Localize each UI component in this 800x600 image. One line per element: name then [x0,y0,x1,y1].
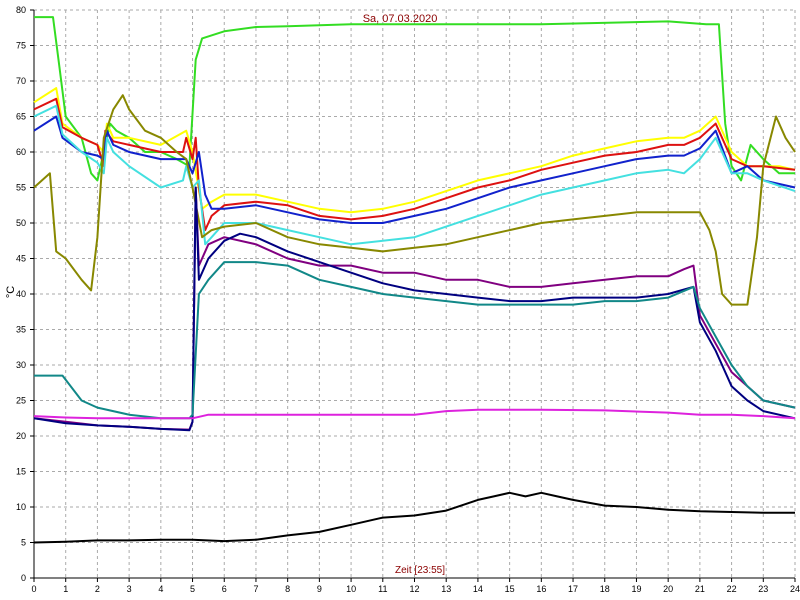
y-tick-label: 25 [16,396,26,406]
x-tick-label: 19 [631,584,641,594]
x-tick-label: 17 [568,584,578,594]
x-tick-label: 12 [409,584,419,594]
series-line-11 [33,491,795,544]
y-tick-label: 60 [16,147,26,157]
y-tick-label: 40 [16,289,26,299]
x-tick-label: 10 [346,584,356,594]
chart-title: Sa, 07.03.2020 [363,13,438,25]
x-tick-label: 5 [190,584,195,594]
axes [30,9,796,582]
y-tick-label: 65 [16,112,26,122]
tick-labels: 0 1 2 3 4 5 6 7 8 9 10 11 12 13 14 15 16 17 18 19 20 21 22 23 24… [16,5,800,594]
chart-container: 0 1 2 3 4 5 6 7 8 9 10 11 12 13 14 15 16 17 18 19 20 21 22 23 24… [0,0,800,600]
y-tick-label: 45 [16,254,26,264]
x-tick-label: 11 [378,584,387,594]
y-tick-label: 55 [16,183,26,193]
x-tick-label: 13 [441,584,451,594]
x-tick-label: 7 [253,584,258,594]
y-tick-label: 35 [16,325,26,335]
y-tick-label: 20 [16,431,26,441]
x-tick-label: 6 [222,584,227,594]
y-tick-label: 80 [16,5,26,15]
x-axis-label: Zeit [23:55] [395,565,445,576]
y-tick-label: 75 [16,41,26,51]
x-tick-label: 4 [158,584,163,594]
grid [33,9,796,579]
y-tick-label: 70 [16,76,26,86]
x-tick-label: 18 [600,584,610,594]
y-tick-label: 5 [21,538,26,548]
x-tick-label: 23 [758,584,768,594]
y-axis-label: °C [5,286,17,298]
x-tick-label: 0 [31,584,36,594]
series-line-8 [33,186,796,432]
x-tick-label: 20 [663,584,673,594]
y-tick-label: 30 [16,360,26,370]
y-tick-label: 50 [16,218,26,228]
x-tick-label: 22 [727,584,737,594]
series-line-7 [33,186,796,431]
x-tick-label: 8 [285,584,290,594]
x-tick-label: 14 [473,584,483,594]
y-tick-label: 0 [21,573,26,583]
y-tick-label: 10 [16,502,26,512]
x-tick-label: 9 [317,584,322,594]
x-tick-label: 21 [695,584,705,594]
line-chart: 0 1 2 3 4 5 6 7 8 9 10 11 12 13 14 15 16 17 18 19 20 21 22 23 24… [5,5,800,594]
x-tick-label: 16 [536,584,546,594]
x-tick-label: 3 [127,584,132,594]
y-tick-label: 15 [16,467,26,477]
x-tick-label: 1 [63,584,68,594]
x-tick-label: 15 [505,584,515,594]
x-tick-label: 2 [95,584,100,594]
x-tick-label: 24 [790,584,800,594]
